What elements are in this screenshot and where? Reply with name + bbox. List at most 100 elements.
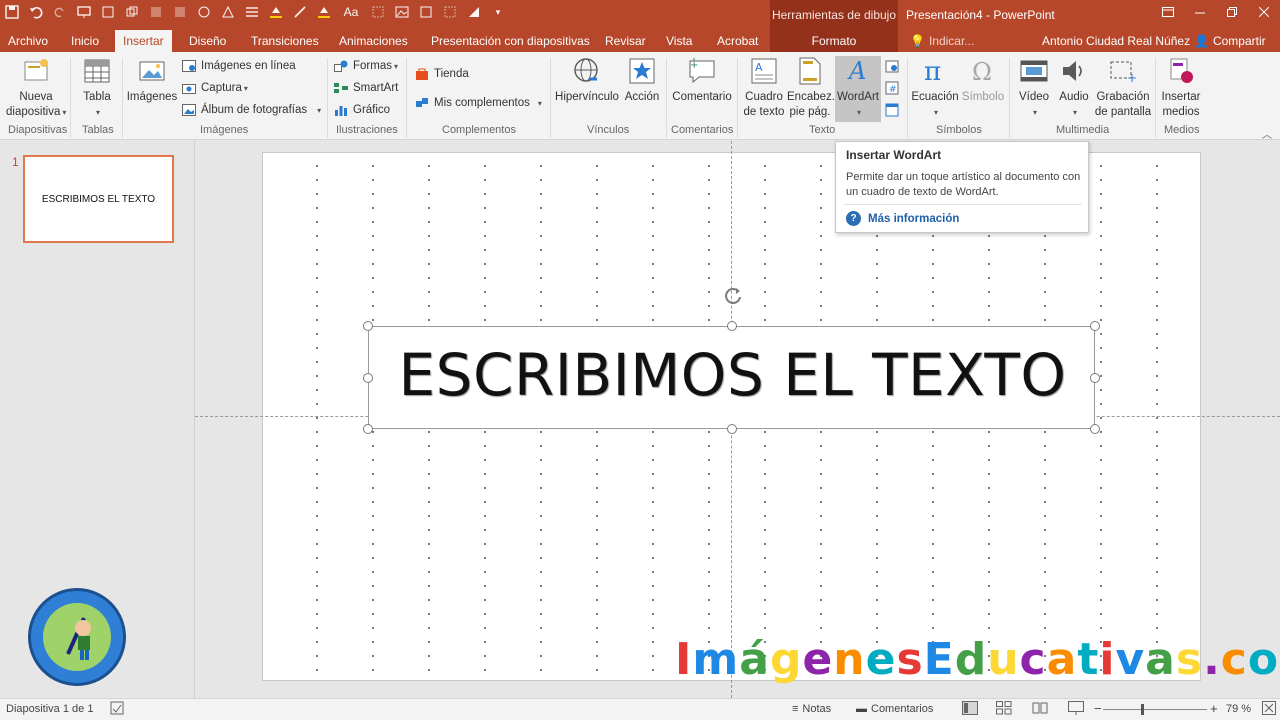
comments-label: Comentarios	[871, 703, 934, 715]
collapse-ribbon-icon[interactable]: ︿	[1262, 126, 1272, 141]
tab-vista[interactable]: Vista	[666, 30, 692, 52]
resize-handle[interactable]	[1090, 373, 1100, 383]
zoom-level[interactable]: 79 %	[1226, 703, 1251, 715]
my-addins-button[interactable]: Mis complementos ▾	[414, 93, 542, 113]
save-icon[interactable]	[0, 0, 24, 24]
presentation-icon[interactable]	[72, 0, 96, 24]
tab-inicio[interactable]: Inicio	[71, 30, 99, 52]
slide-text[interactable]: ESCRIBIMOS EL TEXTO	[369, 341, 1096, 409]
tab-insertar[interactable]: Insertar	[115, 30, 172, 52]
new-slide-label-2: diapositiva	[6, 106, 61, 118]
resize-handle[interactable]	[727, 424, 737, 434]
normal-view-icon[interactable]	[962, 701, 978, 718]
tab-formato[interactable]: Formato	[770, 30, 898, 52]
online-pictures-button[interactable]: Imágenes en línea	[181, 56, 296, 76]
text-box-button[interactable]: A Cuadro de texto	[741, 56, 787, 120]
chevron-down-icon: ▾	[62, 108, 67, 117]
tab-transiciones[interactable]: Transiciones	[251, 30, 319, 52]
shape-icon[interactable]	[144, 0, 168, 24]
comments-button[interactable]: ▬ Comentarios	[856, 703, 933, 715]
video-button[interactable]: Vídeo ▾	[1012, 56, 1056, 120]
zoom-out-icon[interactable]: −	[1094, 701, 1102, 716]
pen-icon[interactable]	[288, 0, 312, 24]
shape-icon[interactable]	[414, 0, 438, 24]
zoom-slider-thumb[interactable]	[1141, 704, 1144, 715]
window-controls	[1152, 0, 1280, 24]
symbol-button[interactable]: Ω Símbolo	[960, 56, 1006, 105]
tab-presentacion[interactable]: Presentación con diapositivas	[431, 30, 590, 52]
header-footer-button[interactable]: Encabez. pie pág.	[787, 56, 835, 120]
close-icon[interactable]	[1248, 0, 1280, 24]
slide-number-button[interactable]: #	[884, 78, 904, 98]
shape-icon[interactable]	[192, 0, 216, 24]
resize-handle[interactable]	[1090, 321, 1100, 331]
slide-thumbnail[interactable]: ESCRIBIMOS EL TEXTO	[23, 155, 174, 243]
notes-button[interactable]: ≡ Notas	[792, 703, 831, 715]
comment-icon: +	[686, 56, 718, 86]
resize-handle[interactable]	[363, 424, 373, 434]
slide-text-box[interactable]: ESCRIBIMOS EL TEXTO	[368, 326, 1095, 429]
group-label-vinculos: Vínculos	[587, 124, 630, 136]
shape-icon[interactable]	[168, 0, 192, 24]
undo-icon[interactable]	[24, 0, 48, 24]
fit-to-window-icon[interactable]	[1262, 701, 1276, 718]
new-slide-button[interactable]: Nueva diapositiva ▾	[6, 56, 66, 120]
restore-icon[interactable]	[1216, 0, 1248, 24]
spelling-icon[interactable]	[110, 701, 124, 718]
shape-icon[interactable]	[438, 0, 462, 24]
comment-button[interactable]: + Comentario	[670, 56, 734, 105]
tab-acrobat[interactable]: Acrobat	[717, 30, 758, 52]
rotate-handle-icon[interactable]	[722, 285, 744, 307]
tab-diseno[interactable]: Diseño	[189, 30, 226, 52]
resize-handle[interactable]	[363, 373, 373, 383]
shapes-label: Formas	[353, 60, 392, 72]
smartart-button[interactable]: SmartArt	[333, 78, 398, 98]
shapes-button[interactable]: Formas ▾	[333, 56, 398, 76]
reading-view-icon[interactable]	[1032, 701, 1048, 718]
fill-icon[interactable]	[264, 0, 288, 24]
screenshot-button[interactable]: Captura ▾	[181, 78, 248, 98]
equation-button[interactable]: π Ecuación ▾	[910, 56, 960, 120]
zoom-in-icon[interactable]: +	[1210, 701, 1218, 716]
shape-icon[interactable]	[120, 0, 144, 24]
insert-media-button[interactable]: Insertar medios	[1159, 56, 1203, 120]
screen-recording-button[interactable]: + Grabación de pantalla	[1094, 56, 1152, 120]
shape-icon[interactable]	[216, 0, 240, 24]
shape-icon[interactable]	[366, 0, 390, 24]
store-button[interactable]: Tienda	[414, 64, 469, 84]
redo-icon[interactable]	[48, 0, 72, 24]
tell-me-search[interactable]: 💡 Indicar...	[910, 30, 974, 52]
tab-archivo[interactable]: Archivo	[8, 30, 48, 52]
align-icon[interactable]	[240, 0, 264, 24]
minimize-icon[interactable]	[1184, 0, 1216, 24]
share-button[interactable]: 👤 Compartir	[1194, 30, 1266, 52]
more-info-link[interactable]: ? Más información	[846, 211, 959, 226]
shape-icon[interactable]	[96, 0, 120, 24]
font-icon[interactable]: Aa	[336, 0, 366, 24]
ribbon-display-icon[interactable]	[1152, 0, 1184, 24]
group-label-tablas: Tablas	[82, 124, 114, 136]
photo-album-button[interactable]: Álbum de fotografías ▾	[181, 100, 321, 120]
slide-sorter-icon[interactable]	[996, 701, 1012, 718]
audio-button[interactable]: Audio ▾	[1054, 56, 1094, 120]
action-button[interactable]: Acción	[622, 56, 662, 105]
shape-icon[interactable]	[462, 0, 486, 24]
resize-handle[interactable]	[363, 321, 373, 331]
customize-icon[interactable]: ▾	[486, 0, 510, 24]
tab-animaciones[interactable]: Animaciones	[339, 30, 408, 52]
zoom-slider[interactable]	[1103, 709, 1207, 710]
user-name[interactable]: Antonio Ciudad Real Núñez	[1042, 30, 1190, 52]
hyperlink-button[interactable]: Hipervínculo	[554, 56, 620, 105]
tab-revisar[interactable]: Revisar	[605, 30, 646, 52]
table-button[interactable]: Tabla ▾	[76, 56, 118, 120]
fill-icon[interactable]	[312, 0, 336, 24]
image-icon[interactable]	[390, 0, 414, 24]
date-time-button[interactable]	[884, 56, 904, 76]
chart-button[interactable]: Gráfico	[333, 100, 390, 120]
resize-handle[interactable]	[727, 321, 737, 331]
wordart-button[interactable]: A WordArt ▾	[835, 56, 881, 122]
object-button[interactable]	[884, 100, 904, 120]
resize-handle[interactable]	[1090, 424, 1100, 434]
pictures-button[interactable]: Imágenes	[126, 56, 178, 105]
slideshow-icon[interactable]	[1068, 701, 1084, 718]
